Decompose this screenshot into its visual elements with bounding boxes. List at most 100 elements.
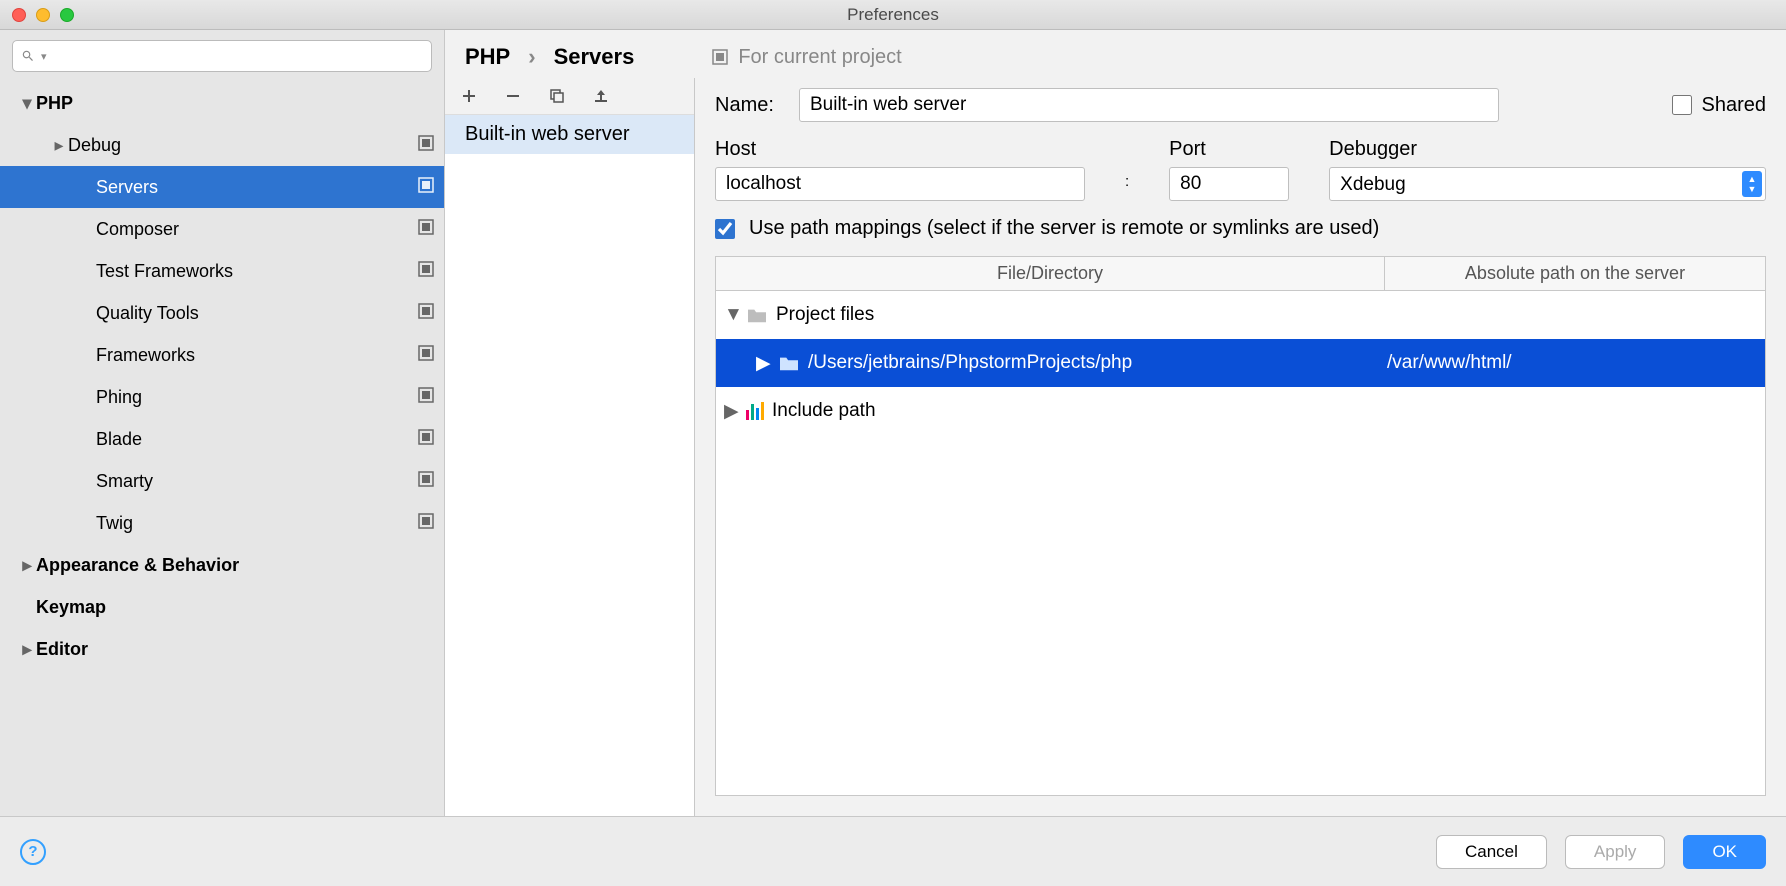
titlebar: Preferences (0, 0, 1786, 30)
sidebar-item-quality-tools[interactable]: Quality Tools (0, 292, 444, 334)
sidebar-item-keymap[interactable]: Keymap (0, 586, 444, 628)
path-row-project-path[interactable]: ▶ /Users/jetbrains/PhpstormProjects/php … (716, 339, 1765, 387)
host-input[interactable] (715, 167, 1085, 201)
sidebar-item-label: Frameworks (96, 345, 195, 366)
debugger-label: Debugger (1329, 138, 1766, 161)
project-scope-icon (418, 219, 434, 240)
absolute-path-cell[interactable]: /var/www/html/ (1387, 352, 1757, 374)
sidebar-item-smarty[interactable]: Smarty (0, 460, 444, 502)
add-server-button[interactable] (459, 86, 479, 106)
chevron-right-icon: › (528, 44, 535, 70)
ok-button[interactable]: OK (1683, 835, 1766, 869)
search-icon (21, 49, 35, 63)
minimize-window-button[interactable] (36, 8, 50, 22)
window-title: Preferences (0, 5, 1786, 25)
chevron-down-icon: ▾ (18, 93, 36, 114)
sidebar-item-label: Debug (68, 135, 121, 156)
sidebar-item-label: Phing (96, 387, 142, 408)
host-label: Host (715, 138, 1085, 161)
sidebar-item-editor[interactable]: ▸Editor (0, 628, 444, 670)
sidebar-item-label: Quality Tools (96, 303, 199, 324)
library-icon (746, 402, 764, 420)
project-scope-icon (418, 387, 434, 408)
breadcrumb: PHP › Servers For current project (445, 30, 1786, 78)
port-label: Port (1169, 138, 1289, 161)
sidebar-item-label: PHP (36, 93, 73, 114)
col-absolute-path: Absolute path on the server (1385, 257, 1765, 290)
sidebar-item-appearance-behavior[interactable]: ▸Appearance & Behavior (0, 544, 444, 586)
sidebar-item-label: Keymap (36, 597, 106, 618)
chevron-right-icon: ▸ (50, 135, 68, 156)
dialog-footer: ? Cancel Apply OK (0, 816, 1786, 886)
zoom-window-button[interactable] (60, 8, 74, 22)
shared-label: Shared (1702, 94, 1767, 117)
project-scope-icon (418, 345, 434, 366)
project-scope-icon (418, 177, 434, 198)
path-row-include-path[interactable]: ▶ Include path (716, 387, 1765, 435)
sidebar-item-label: Blade (96, 429, 142, 450)
search-dropdown-icon[interactable]: ▾ (41, 50, 47, 63)
settings-tree: ▾PHP▸DebugServersComposerTest Frameworks… (0, 82, 444, 816)
folder-icon (746, 306, 768, 324)
project-scope-icon (418, 471, 434, 492)
project-scope-icon (418, 429, 434, 450)
cancel-button[interactable]: Cancel (1436, 835, 1547, 869)
path-mappings-checkbox[interactable] (715, 219, 735, 239)
path-table-header: File/Directory Absolute path on the serv… (715, 256, 1766, 290)
sidebar-item-php[interactable]: ▾PHP (0, 82, 444, 124)
chevron-down-icon: ▼ (724, 304, 738, 326)
settings-main: PHP › Servers For current project Built-… (445, 30, 1786, 816)
project-scope-icon (418, 513, 434, 534)
settings-sidebar: ▾ ▾PHP▸DebugServersComposerTest Framewor… (0, 30, 445, 816)
server-list-panel: Built-in web server (445, 78, 695, 816)
sidebar-item-label: Appearance & Behavior (36, 555, 239, 576)
project-scope-icon (418, 261, 434, 282)
server-list-item[interactable]: Built-in web server (445, 115, 694, 154)
chevron-right-icon: ▸ (18, 555, 36, 576)
path-mappings-table[interactable]: ▼ Project files ▶ /Users/jetbrains/Phpst… (715, 290, 1766, 796)
chevron-right-icon: ▶ (756, 352, 770, 375)
sidebar-item-label: Servers (96, 177, 158, 198)
sidebar-item-label: Twig (96, 513, 133, 534)
sidebar-item-label: Smarty (96, 471, 153, 492)
host-port-separator: : (1125, 173, 1129, 190)
copy-server-button[interactable] (547, 86, 567, 106)
sidebar-item-servers[interactable]: Servers (0, 166, 444, 208)
window-controls (12, 8, 74, 22)
col-file-directory: File/Directory (716, 257, 1385, 290)
apply-button[interactable]: Apply (1565, 835, 1666, 869)
debugger-select[interactable]: Xdebug (1329, 167, 1766, 201)
project-scope-icon (418, 135, 434, 156)
shared-checkbox[interactable] (1672, 95, 1692, 115)
sidebar-item-phing[interactable]: Phing (0, 376, 444, 418)
sidebar-item-label: Composer (96, 219, 179, 240)
chevron-right-icon: ▶ (724, 400, 738, 423)
sidebar-item-composer[interactable]: Composer (0, 208, 444, 250)
project-scope-icon (418, 303, 434, 324)
sidebar-item-label: Test Frameworks (96, 261, 233, 282)
chevron-right-icon: ▸ (18, 639, 36, 660)
settings-search[interactable]: ▾ (12, 40, 432, 72)
close-window-button[interactable] (12, 8, 26, 22)
scope-hint: For current project (712, 46, 901, 69)
folder-icon (778, 354, 800, 372)
sidebar-item-test-frameworks[interactable]: Test Frameworks (0, 250, 444, 292)
server-list-toolbar (445, 78, 694, 115)
server-name-input[interactable] (799, 88, 1499, 122)
import-server-button[interactable] (591, 86, 611, 106)
sidebar-item-debug[interactable]: ▸Debug (0, 124, 444, 166)
breadcrumb-root[interactable]: PHP (465, 44, 510, 70)
server-form: Name: Shared Host : (695, 78, 1786, 816)
port-input[interactable] (1169, 167, 1289, 201)
path-row-project-files[interactable]: ▼ Project files (716, 291, 1765, 339)
breadcrumb-leaf: Servers (554, 44, 635, 70)
help-button[interactable]: ? (20, 839, 46, 865)
sidebar-item-blade[interactable]: Blade (0, 418, 444, 460)
remove-server-button[interactable] (503, 86, 523, 106)
sidebar-item-label: Editor (36, 639, 88, 660)
path-mappings-label: Use path mappings (select if the server … (749, 217, 1379, 240)
name-label: Name: (715, 94, 785, 117)
sidebar-item-frameworks[interactable]: Frameworks (0, 334, 444, 376)
settings-search-input[interactable] (53, 48, 423, 65)
sidebar-item-twig[interactable]: Twig (0, 502, 444, 544)
